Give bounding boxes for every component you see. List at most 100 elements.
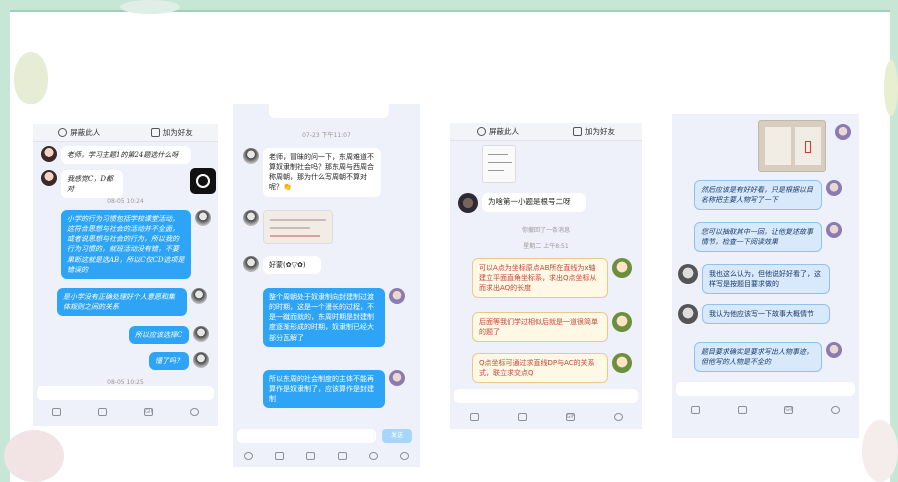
gif-icon[interactable]: GIF [565,413,575,421]
message-input[interactable] [237,429,376,443]
image-icon[interactable] [469,413,479,421]
reply-row: 然后应该是有好好看，只是根据以目名称把主要人物写了一下 [694,180,842,211]
message-input[interactable] [454,389,638,403]
avatar [195,210,211,226]
reply-bubble: Q点坐标可通过求直线DP与AC的关系式，联立求交点Q [472,353,608,384]
camera-icon[interactable] [517,413,527,421]
reply-row: 可以A点为坐标原点AB所在直线为x轴建立平面直角坐标系，求出Q点坐标从而求出AQ… [472,258,632,299]
avatar [835,124,851,140]
input-toolbar: GIF [33,408,218,416]
reply-bubble: 您可以抽取其中一回，让他复述故事情节，检查一下阅读效果 [694,222,822,253]
image-icon[interactable] [51,408,61,416]
reply-row: Q点坐标可通过求直线DP与AC的关系式，联立求交点Q [472,353,632,384]
reply-row: 小学的行为习惯包括学校课堂活动，这符合思想与社会的活动并不全面，或者说思想与社会… [61,210,211,279]
avatar [678,264,698,284]
emoji-icon[interactable] [368,452,378,460]
record-icon [196,174,210,188]
avatar [389,370,405,386]
gif-icon[interactable]: GIF [144,408,153,416]
gif-icon[interactable]: GIF [784,406,794,414]
message-row: 为啥第一小题是根号二呀 [458,193,586,213]
avatar [678,304,698,324]
avatar [612,353,632,373]
reply-bubble: 然后应该是有好好看，只是根据以目名称把主要人物写了一下 [694,180,822,211]
decorative-frame-left [0,0,10,482]
reply-bubble: 懂了吗？ [149,352,189,371]
message-input[interactable] [37,386,214,400]
reply-bubble: 所以东周的社会制度的主体不能再算作是奴隶制了，应该算作是封建制 [263,370,385,409]
image-message[interactable] [758,120,826,172]
voice-badge[interactable] [190,168,216,194]
timestamp: 星期二 上午8:51 [523,243,569,250]
decorative-flower-bottom-right [862,420,898,482]
message-row: 我认为他应该写一下故事大概情节 [678,304,830,325]
avatar [458,193,478,213]
avatar [612,258,632,278]
message-bubble: 老师，冒昧的问一下，东周难道不算奴隶制社会吗？那东周与西周合称周朝，那为什么写周… [263,148,381,197]
image-message[interactable] [263,210,333,244]
block-user-button[interactable]: 屏蔽此人 [477,126,519,137]
image-icon[interactable] [690,406,700,414]
message-bubble: 我也这么认为，但他说好好看了，这样写是按题目要求做的 [702,264,830,295]
decorative-flower-bottom-left [4,430,64,482]
chat-screenshot-2: 07-23 下午11:07 老师，冒昧的问一下，东周难道不算奴隶制社会吗？那东周… [233,104,420,467]
avatar [193,326,209,342]
recall-notice: 你撤回了一条消息 [521,227,570,234]
add-friend-button[interactable]: 加为好友 [150,127,193,138]
message-bubble: 老师，学习主题1的第24题选什么呀 [61,146,191,165]
reply-row: 所以东周的社会制度的主体不能再算作是奴隶制了，应该算作是封建制 [263,370,405,409]
block-user-button[interactable]: 屏蔽此人 [58,127,100,138]
emoji-icon[interactable] [190,408,200,416]
timestamp: 08-05 10:24 [107,198,144,205]
message-row [243,210,333,244]
emoji-icon[interactable] [831,406,841,414]
reply-row: 题目要求确实是要求写出人物事迹，但他写的人物是不全的 [694,342,842,373]
reply-row: 所以应该选择C [129,326,209,345]
avatar [243,210,259,226]
reply-row: 您可以抽取其中一回，让他复述故事情节，检查一下阅读效果 [694,222,842,253]
decorative-leaf-right [884,60,898,116]
image-icon[interactable] [275,452,285,460]
chat-topbar: 屏蔽此人 加为好友 [33,124,218,142]
message-row: 老师，冒昧的问一下，东周难道不算奴隶制社会吗？那东周与西周合称周朝，那为什么写周… [243,148,381,197]
add-friend-button[interactable]: 加为好友 [573,126,615,137]
camera-icon[interactable] [306,452,316,460]
avatar [389,288,405,304]
reply-bubble: 是小学没有正确处理好个人意愿和集体规则之间的关系 [57,288,187,317]
message-row: 我也这么认为，但他说好好看了，这样写是按题目要求做的 [678,264,830,295]
message-bubble: 我感觉C，D都对 [61,170,123,199]
message-bubble: 为啥第一小题是根号二呀 [482,193,586,212]
reply-bubble: 小学的行为习惯包括学校课堂活动，这符合思想与社会的活动并不全面，或者说思想与社会… [61,210,191,279]
block-icon [58,128,68,137]
avatar [826,180,842,196]
reply-bubble: 可以A点为坐标原点AB所在直线为x轴建立平面直角坐标系，求出Q点坐标从而求出AQ… [472,258,608,299]
avatar [826,222,842,238]
reply-bubble: 后面等我们学过相似后就是一道很简单的题了 [472,312,608,343]
image-message[interactable] [482,145,516,183]
decorative-leaf-left [14,52,48,104]
red-packet-icon[interactable] [337,452,347,460]
message-input[interactable] [676,382,855,396]
avatar [243,148,259,164]
timestamp: 07-23 下午11:07 [302,132,351,139]
avatar [41,146,57,162]
microphone-icon[interactable] [244,452,254,460]
send-button[interactable]: 发送 [382,429,412,443]
reply-row: 后面等我们学过相似后就是一道很简单的题了 [472,312,632,343]
avatar [243,256,259,272]
reply-row: 整个周朝处于奴隶制向封建制过渡的时期，这是一个漫长的过程，不是一蹴而就的，东周时… [263,288,405,347]
avatar [191,288,207,304]
reply-bubble: 题目要求确实是要求写出人物事迹，但他写的人物是不全的 [694,342,822,373]
camera-icon[interactable] [97,408,107,416]
input-toolbar: GIF [450,413,642,421]
message-bubble: 好蒙(✿▽✿) [263,256,321,275]
avatar [41,170,57,186]
plus-icon[interactable] [399,452,409,460]
message-row: 老师，学习主题1的第24题选什么呀 [41,146,191,165]
camera-icon[interactable] [737,406,747,414]
message-row: 好蒙(✿▽✿) [243,256,321,275]
emoji-icon[interactable] [613,413,623,421]
reply-bubble: 整个周朝处于奴隶制向封建制过渡的时期，这是一个漫长的过程，不是一蹴而就的，东周时… [263,288,385,347]
reply-row: 懂了吗？ [149,352,209,371]
message-bubble: 我认为他应该写一下故事大概情节 [702,304,830,325]
